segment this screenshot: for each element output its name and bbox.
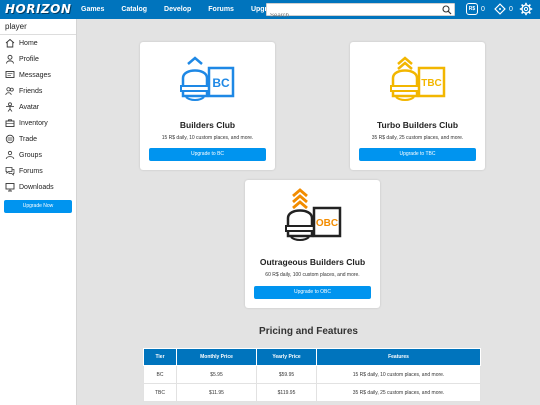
obc-badge-text: OBC — [316, 218, 338, 229]
gear-icon[interactable] — [519, 2, 533, 16]
robux-icon: R$ — [466, 3, 478, 15]
robux-balance[interactable]: R$ 0 — [466, 3, 485, 15]
nav-games[interactable]: Games — [81, 0, 104, 19]
sidebar: player Home Profile Messages Friends Ava… — [0, 19, 77, 405]
messages-icon — [5, 71, 15, 78]
tix-balance[interactable]: 0 — [494, 3, 513, 15]
outrageous-builders-club-title: Outrageous Builders Club — [259, 257, 366, 267]
sidebar-item-groups[interactable]: Groups — [5, 149, 42, 161]
yearly-price-cell: $59.95 — [256, 365, 317, 384]
yearly-price-cell: $119.95 — [256, 383, 317, 402]
monthly-price-cell: $5.95 — [176, 365, 257, 384]
friends-icon — [5, 87, 14, 96]
monthly-price-cell: $11.95 — [176, 383, 257, 402]
robux-count: 0 — [481, 5, 485, 13]
outrageous-builders-club-card: OBC Outrageous Builders Club 60 R$ daily… — [245, 180, 380, 308]
turbo-builders-club-badge-icon: TBC — [390, 56, 446, 101]
sidebar-item-downloads[interactable]: Downloads — [5, 181, 54, 193]
features-cell: 35 R$ daily, 25 custom places, and more. — [316, 383, 481, 402]
col-features: Features — [316, 348, 481, 366]
home-icon — [5, 38, 15, 48]
col-yearly-price: Yearly Price — [256, 348, 317, 366]
upgrade-to-obc-button[interactable]: Upgrade to OBC — [254, 286, 371, 299]
table-row: TBC $11.95 $119.95 35 R$ daily, 25 custo… — [143, 383, 481, 402]
avatar-icon — [5, 102, 15, 112]
features-cell: 15 R$ daily, 10 custom places, and more. — [316, 365, 481, 384]
upgrade-now-button[interactable]: Upgrade Now — [4, 200, 72, 213]
sidebar-item-label: Avatar — [19, 103, 40, 111]
upgrade-to-tbc-button[interactable]: Upgrade to TBC — [359, 148, 476, 161]
sidebar-item-label: Trade — [19, 135, 38, 143]
upgrade-to-bc-button[interactable]: Upgrade to BC — [149, 148, 266, 161]
bc-badge-text: BC — [212, 76, 230, 90]
sidebar-item-label: Friends — [19, 87, 43, 95]
builders-club-card: BC Builders Club 15 R$ daily, 10 custom … — [140, 42, 275, 170]
pricing-header-row: Tier Monthly Price Yearly Price Features — [143, 348, 481, 366]
horizon-logo[interactable]: HORIZON — [5, 2, 71, 17]
search-input[interactable] — [267, 10, 437, 22]
nav-forums[interactable]: Forums — [208, 0, 234, 19]
sidebar-item-profile[interactable]: Profile — [5, 53, 39, 65]
tix-icon — [494, 3, 506, 15]
sidebar-item-home[interactable]: Home — [5, 37, 38, 49]
inventory-icon — [5, 119, 15, 127]
sidebar-item-inventory[interactable]: Inventory — [5, 117, 48, 129]
username[interactable]: player — [5, 22, 27, 31]
sidebar-item-label: Groups — [19, 151, 42, 159]
pricing-title: Pricing and Features — [259, 326, 358, 337]
sidebar-item-label: Home — [19, 39, 38, 47]
col-monthly-price: Monthly Price — [176, 348, 257, 366]
sidebar-item-trade[interactable]: Trade — [5, 133, 37, 145]
tbc-badge-text: TBC — [421, 78, 442, 89]
sidebar-item-label: Messages — [19, 71, 51, 79]
sidebar-item-messages[interactable]: Messages — [5, 69, 51, 81]
top-navbar: HORIZON Games Catalog Develop Forums Upg… — [0, 0, 540, 22]
sidebar-item-label: Profile — [19, 55, 39, 63]
main-nav: Games Catalog Develop Forums Upgrade — [81, 0, 296, 19]
search-box — [266, 3, 455, 22]
sidebar-item-label: Downloads — [19, 183, 54, 191]
turbo-builders-club-title: Turbo Builders Club — [376, 120, 459, 130]
tier-cell: TBC — [143, 383, 177, 402]
col-tier: Tier — [143, 348, 177, 366]
forums-icon — [5, 167, 15, 176]
tier-cell: BC — [143, 365, 177, 384]
turbo-builders-club-desc: 35 R$ daily, 25 custom places, and more. — [371, 135, 464, 141]
builders-club-desc: 15 R$ daily, 10 custom places, and more. — [161, 135, 254, 141]
downloads-icon — [5, 183, 15, 192]
nav-catalog[interactable]: Catalog — [121, 0, 147, 19]
builders-club-badge-icon: BC — [180, 56, 235, 101]
sidebar-item-label: Inventory — [19, 119, 48, 127]
pricing-table: Tier Monthly Price Yearly Price Features… — [143, 348, 481, 402]
tix-count: 0 — [509, 5, 513, 13]
trade-icon — [5, 134, 15, 144]
turbo-builders-club-card: TBC Turbo Builders Club 35 R$ daily, 25 … — [350, 42, 485, 170]
outrageous-builders-club-desc: 60 R$ daily, 100 custom places, and more… — [265, 272, 360, 278]
sidebar-item-forums[interactable]: Forums — [5, 165, 43, 177]
sidebar-item-label: Forums — [19, 167, 43, 175]
nav-develop[interactable]: Develop — [164, 0, 191, 19]
search-icon[interactable] — [442, 5, 452, 15]
builders-club-title: Builders Club — [179, 120, 236, 130]
outrageous-builders-club-badge-icon: OBC — [285, 188, 342, 241]
sidebar-divider — [0, 34, 76, 35]
groups-icon — [5, 150, 15, 160]
table-row: BC $5.95 $59.95 15 R$ daily, 10 custom p… — [143, 365, 481, 384]
profile-icon — [6, 54, 14, 64]
sidebar-item-friends[interactable]: Friends — [5, 85, 42, 97]
sidebar-item-avatar[interactable]: Avatar — [5, 101, 39, 113]
